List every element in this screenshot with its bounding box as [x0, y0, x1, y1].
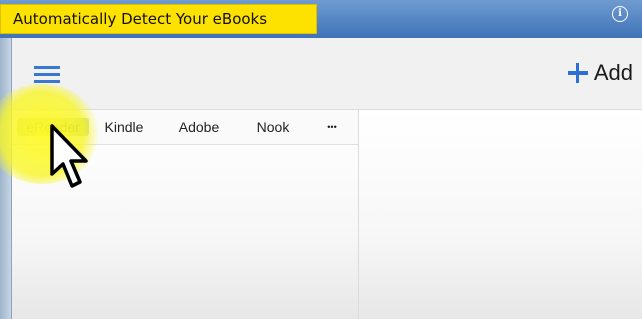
tab-adobe[interactable]: Adobe [177, 118, 221, 136]
library-list-pane: eReader Kindle Adobe Nook ••• [12, 110, 359, 319]
book-detail-pane [359, 110, 642, 319]
add-button-label: Add [593, 60, 633, 85]
tab-more[interactable]: ••• [322, 118, 342, 136]
hamburger-menu-icon[interactable] [34, 66, 60, 84]
app-header: Add [12, 38, 642, 110]
tab-nook[interactable]: Nook [254, 118, 292, 136]
info-icon[interactable]: i [612, 6, 628, 22]
device-tabs: eReader Kindle Adobe Nook ••• [12, 110, 358, 145]
tab-ereader[interactable]: eReader [17, 118, 89, 136]
plus-icon [567, 63, 588, 83]
tab-kindle[interactable]: Kindle [102, 118, 146, 136]
add-button[interactable]: Add [567, 58, 633, 88]
app-window: Add eReader Kindle Adobe Nook ••• [11, 38, 642, 319]
caption-banner: Automatically Detect Your eBooks [0, 4, 317, 34]
window-edge [0, 38, 11, 319]
